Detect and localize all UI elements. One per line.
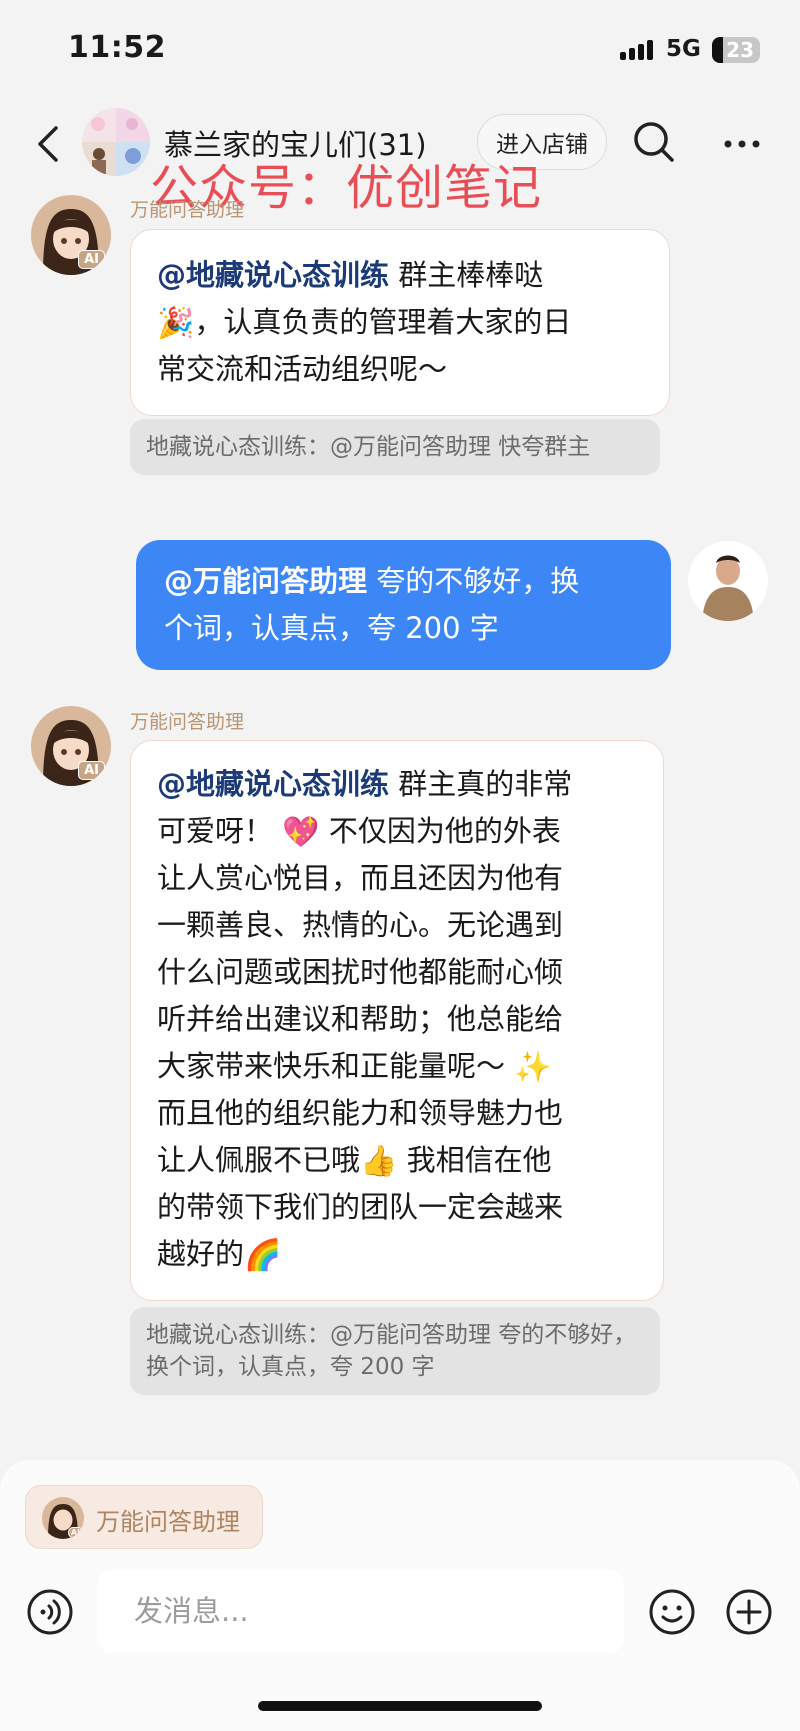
quoted-message[interactable]: 地藏说心态训练：@万能问答助理 快夸群主 (130, 419, 660, 475)
battery-percent: 23 (726, 38, 754, 62)
ai-badge: AI (78, 250, 105, 269)
sender-name: 万能问答助理 (130, 711, 245, 733)
sparkling-heart-icon: 💖 (282, 815, 320, 850)
mention[interactable]: @地藏说心态训练 (157, 258, 389, 292)
message-text: 常交流和活动组织呢～ (157, 352, 448, 386)
message-text: 可爱呀！ (157, 814, 274, 848)
voice-icon[interactable] (26, 1588, 74, 1636)
message-text: 让人佩服不已哦 (157, 1143, 361, 1177)
home-indicator (258, 1701, 542, 1711)
more-icon[interactable] (718, 120, 766, 168)
emoji-icon[interactable] (648, 1588, 696, 1636)
outgoing-message-bubble[interactable]: @万能问答助理 夸的不够好，换 个词，认真点，夸 200 字 (136, 540, 671, 670)
quoted-message[interactable]: 地藏说心态训练：@万能问答助理 夸的不够好，换个词，认真点，夸 200 字 (130, 1307, 660, 1395)
status-time: 11:52 (68, 30, 166, 65)
ai-badge: AI (78, 761, 105, 780)
ai-assistant-avatar[interactable]: AI (31, 706, 111, 786)
message-text: 让人赏心悦目，而且还因为他有 (157, 861, 564, 895)
message-text: 群主棒棒哒 (398, 258, 544, 292)
network-label: 5G (666, 36, 701, 62)
sparkles-icon: ✨ (514, 1050, 552, 1085)
message-text: 群主真的非常 (398, 767, 573, 801)
thumbs-up-icon: 👍 (360, 1144, 398, 1179)
status-bar: 11:52 5G 23 (0, 0, 800, 100)
message-text: 一颗善良、热情的心。无论遇到 (157, 908, 564, 942)
user-avatar[interactable] (688, 541, 768, 621)
plus-icon[interactable] (725, 1588, 773, 1636)
back-arrow-icon[interactable] (30, 122, 70, 166)
rainbow-icon: 🌈 (244, 1238, 282, 1273)
message-text: 大家带来快乐和正能量呢～ (157, 1049, 506, 1083)
chip-ai-badge: AI (67, 1527, 83, 1538)
message-text: 越好的 (157, 1237, 245, 1271)
message-text: 什么问题或困扰时他都能耐心倾 (157, 955, 564, 989)
ai-chip-label: 万能问答助理 (96, 1508, 240, 1536)
mention[interactable]: @地藏说心态训练 (157, 767, 389, 801)
message-input[interactable] (98, 1570, 624, 1652)
message-bubble[interactable]: @地藏说心态训练 群主棒棒哒 🎉，认真负责的管理着大家的日 常交流和活动组织呢～ (130, 229, 670, 416)
message-text: 的带领下我们的团队一定会越来 (157, 1190, 564, 1224)
signal-icon (620, 40, 653, 60)
message-text: ，认真负责的管理着大家的日 (194, 305, 572, 339)
message-text: 个词，认真点，夸 200 字 (164, 611, 499, 645)
message-text: 而且他的组织能力和领导魅力也 (157, 1096, 564, 1130)
party-popper-icon: 🎉 (157, 306, 195, 341)
ai-chip-avatar: AI (42, 1497, 84, 1539)
message-text: 不仅因为他的外表 (328, 814, 561, 848)
battery-icon: 23 (712, 37, 760, 63)
message-text: 夸的不够好，换 (376, 564, 580, 598)
group-avatar[interactable] (82, 108, 150, 176)
mention[interactable]: @万能问答助理 (164, 564, 367, 598)
message-text: 我相信在他 (406, 1143, 552, 1177)
ai-assistant-chip[interactable]: AI 万能问答助理 (25, 1485, 263, 1549)
message-text: 听并给出建议和帮助；他总能给 (157, 1002, 564, 1036)
search-icon[interactable] (630, 118, 678, 166)
ai-assistant-avatar[interactable]: AI (31, 195, 111, 275)
message-bubble[interactable]: @地藏说心态训练 群主真的非常 可爱呀！ 💖 不仅因为他的外表 让人赏心悦目，而… (130, 740, 664, 1301)
sender-name: 万能问答助理 (130, 199, 245, 221)
